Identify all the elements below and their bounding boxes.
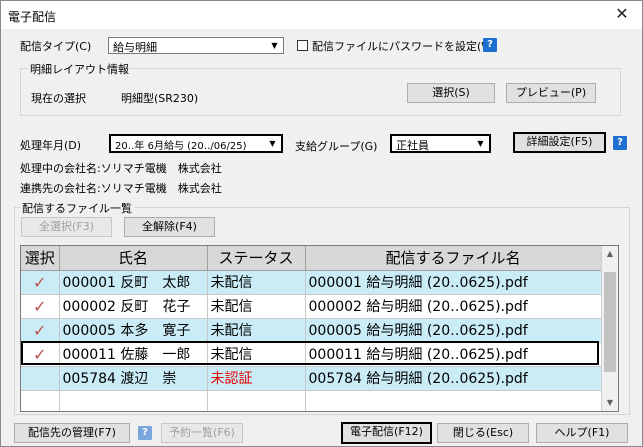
help-button[interactable]: ヘルプ(F1): [536, 423, 628, 443]
linked-company: 連携先の会社名:ソリマチ電機 株式会社: [20, 182, 222, 195]
layout-info-group-title: 明細レイアウト情報: [28, 61, 131, 77]
files-table: 選択 氏名 ステータス 配信するファイル名 ✓ 000001 反町 太郎 未配信…: [20, 245, 619, 412]
current-selection-label: 現在の選択: [31, 92, 86, 105]
table-row[interactable]: [21, 390, 602, 411]
delivery-type-label: 配信タイプ(C): [20, 40, 92, 53]
vertical-scrollbar[interactable]: ▲ ▼: [601, 246, 618, 411]
file-name: 000002 給与明細 (20‥0625).pdf: [305, 294, 602, 319]
file-name: [305, 390, 602, 411]
column-header[interactable]: ステータス: [207, 246, 306, 271]
employee-name: 000011 佐藤 一郎: [59, 342, 208, 367]
delivery-status: 未配信: [207, 294, 306, 319]
close-button[interactable]: 閉じる(Esc): [437, 423, 529, 443]
check-icon[interactable]: ✓: [21, 342, 60, 367]
file-name: 005784 給与明細 (20‥0625).pdf: [305, 366, 602, 391]
table-header: 選択 氏名 ステータス 配信するファイル名: [21, 246, 602, 271]
employee-name: 000002 反町 花子: [59, 294, 208, 319]
close-icon[interactable]: ✕: [612, 4, 632, 24]
preview-button[interactable]: プレビュー(P): [506, 83, 596, 103]
check-icon[interactable]: [21, 390, 60, 411]
chevron-down-icon: ▼: [477, 139, 484, 148]
pay-group-label: 支給グループ(G): [295, 140, 378, 153]
send-button[interactable]: 電子配信(F12): [341, 422, 432, 444]
table-row[interactable]: ✓ 000005 本多 寛子 未配信 000005 給与明細 (20‥0625)…: [21, 318, 602, 343]
help-icon[interactable]: ?: [138, 426, 152, 440]
check-icon[interactable]: ✓: [21, 294, 60, 319]
column-header[interactable]: 選択: [21, 246, 60, 271]
file-name: 000011 給与明細 (20‥0625).pdf: [305, 342, 602, 367]
scroll-up-icon[interactable]: ▲: [602, 246, 618, 262]
check-icon[interactable]: ✓: [21, 270, 60, 295]
employee-name: [59, 390, 208, 411]
employee-name: 000005 本多 寛子: [59, 318, 208, 343]
deselect-all-button[interactable]: 全解除(F4): [124, 217, 215, 237]
select-all-button[interactable]: 全選択(F3): [21, 217, 112, 237]
scroll-down-icon[interactable]: ▼: [602, 395, 618, 411]
manage-recipients-button[interactable]: 配信先の管理(F7): [14, 423, 130, 443]
table-row[interactable]: ✓ 000002 反町 花子 未配信 000002 給与明細 (20‥0625)…: [21, 294, 602, 319]
employee-name: 005784 渡辺 崇: [59, 366, 208, 391]
pay-group-select[interactable]: 正社員 ▼: [390, 134, 491, 153]
column-header[interactable]: 氏名: [59, 246, 208, 271]
column-header[interactable]: 配信するファイル名: [305, 246, 602, 271]
help-icon[interactable]: ?: [613, 136, 627, 150]
delivery-status: 未配信: [207, 318, 306, 343]
check-icon[interactable]: ✓: [21, 318, 60, 343]
detail-settings-button[interactable]: 詳細設定(F5): [513, 132, 606, 153]
year-month-select[interactable]: 20‥年 6月給与 (20‥/06/25) ▼: [109, 134, 283, 153]
delivery-status: 未配信: [207, 342, 306, 367]
employee-name: 000001 反町 太郎: [59, 270, 208, 295]
delivery-type-select[interactable]: 給与明細 ▼: [108, 37, 284, 54]
title-bar: 電子配信 ✕: [1, 1, 642, 29]
year-month-value: 20‥年 6月給与 (20‥/06/25): [115, 141, 247, 152]
file-name: 000005 給与明細 (20‥0625).pdf: [305, 318, 602, 343]
delivery-status: [207, 390, 306, 411]
check-icon[interactable]: [21, 366, 60, 391]
files-group-title: 配信するファイル一覧: [20, 200, 134, 216]
table-row[interactable]: ✓ 000001 反町 太郎 未配信 000001 給与明細 (20‥0625)…: [21, 270, 602, 295]
year-month-label: 処理年月(D): [20, 139, 82, 152]
current-selection-value: 明細型(SR230): [121, 92, 199, 105]
electronic-delivery-window: 電子配信 ✕ 配信タイプ(C) 給与明細 ▼ 配信ファイルにパスワードを設定(W…: [0, 0, 643, 447]
scroll-thumb[interactable]: [604, 272, 616, 372]
window-title: 電子配信: [8, 10, 57, 24]
chevron-down-icon: ▼: [269, 139, 276, 148]
help-icon[interactable]: ?: [483, 38, 497, 52]
chevron-down-icon: ▼: [271, 41, 278, 50]
password-checkbox[interactable]: [297, 40, 308, 51]
delivery-status: 未認証: [207, 366, 306, 391]
delivery-status: 未配信: [207, 270, 306, 295]
table-row[interactable]: ✓ 000011 佐藤 一郎 未配信 000011 給与明細 (20‥0625)…: [21, 342, 602, 367]
processing-company: 処理中の会社名:ソリマチ電機 株式会社: [20, 162, 222, 175]
schedule-list-button[interactable]: 予約一覧(F6): [161, 423, 243, 443]
select-layout-button[interactable]: 選択(S): [407, 83, 495, 103]
password-checkbox-label: 配信ファイルにパスワードを設定(W): [312, 40, 497, 53]
pay-group-value: 正社員: [396, 139, 429, 152]
delivery-type-value: 給与明細: [113, 41, 157, 54]
file-name: 000001 給与明細 (20‥0625).pdf: [305, 270, 602, 295]
table-row[interactable]: 005784 渡辺 崇 未認証 005784 給与明細 (20‥0625).pd…: [21, 366, 602, 391]
